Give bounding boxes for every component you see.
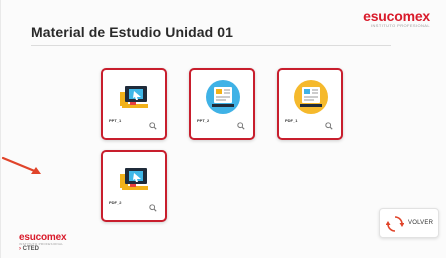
arrow-right-icon [1, 156, 41, 174]
back-button[interactable]: VOLVER [379, 208, 439, 238]
title-divider [31, 45, 391, 46]
presentation-thumbnail-icon [117, 161, 153, 197]
presentation-thumbnail-icon [117, 79, 153, 115]
material-card-pdf-2[interactable]: PDF_2 [101, 150, 167, 222]
page-title: Material de Estudio Unidad 01 [31, 24, 234, 40]
material-card-ppt-2[interactable]: PPT_2 [189, 68, 255, 140]
magnifier-icon [149, 204, 157, 212]
document-thumbnail-icon [206, 80, 240, 114]
footer-logo: esucomex INSTITUTO PROFESIONAL › CTED [19, 232, 67, 252]
brand-logo: esucomex INSTITUTO PROFESIONAL [363, 8, 430, 28]
brand-tagline: INSTITUTO PROFESIONAL [371, 23, 430, 28]
back-button-label: VOLVER [408, 220, 434, 226]
document-thumbnail-icon [294, 80, 328, 114]
material-label: PDF_2 [109, 200, 122, 205]
material-card-pdf-1[interactable]: PDF_1 [277, 68, 343, 140]
magnifier-icon [237, 122, 245, 130]
brand-name: esucomex [363, 8, 430, 24]
footer-cted-label: › CTED [19, 246, 40, 252]
material-label: PDF_1 [285, 118, 298, 123]
material-label: PPT_2 [197, 118, 210, 123]
refresh-icon [386, 216, 404, 232]
material-label: PPT_1 [109, 118, 122, 123]
presentation-slide: Material de Estudio Unidad 01 esucomex I… [0, 0, 446, 258]
magnifier-icon [149, 122, 157, 130]
cted-text: CTED [22, 246, 40, 252]
magnifier-icon [325, 122, 333, 130]
material-card-ppt-1[interactable]: PPT_1 [101, 68, 167, 140]
